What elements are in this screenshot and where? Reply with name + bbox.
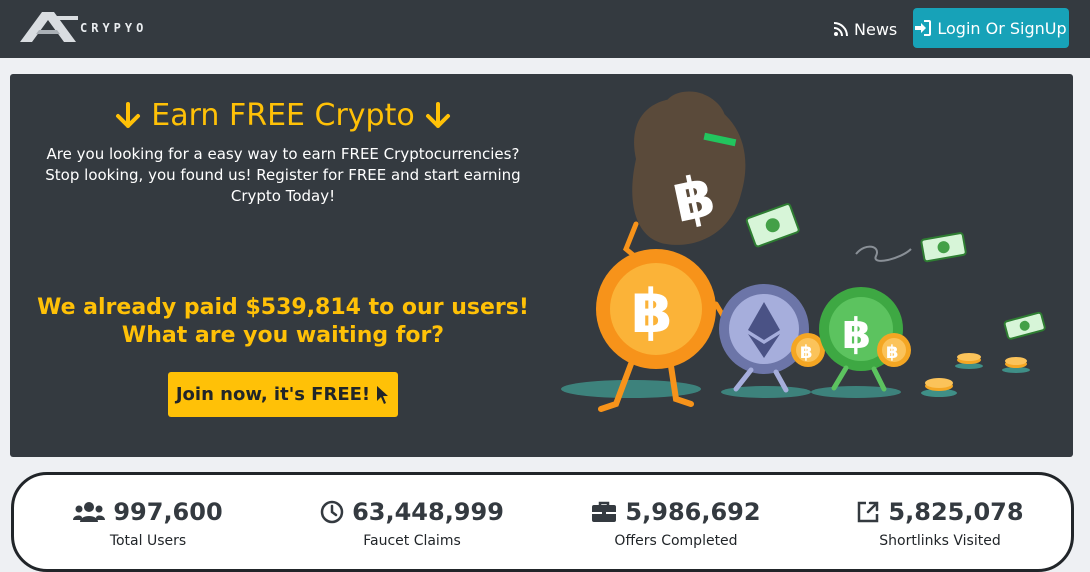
- cursor-pointer-icon: [377, 385, 389, 404]
- paid-amount-text: We already paid $539,814 to our users! W…: [10, 294, 556, 350]
- stat-value: 63,448,999: [352, 498, 504, 526]
- join-now-button[interactable]: Join now, it's FREE!: [168, 372, 398, 417]
- stat-value: 5,825,078: [888, 498, 1024, 526]
- stat-value: 5,986,692: [625, 498, 761, 526]
- site-logo[interactable]: CRYPYO: [20, 10, 170, 46]
- clock-icon: [320, 500, 344, 524]
- hero-description: Are you looking for a easy way to earn F…: [45, 145, 521, 205]
- navbar: CRYPYO News Login Or SignUp: [0, 0, 1090, 58]
- stat-total-users: 997,600 Total Users: [28, 495, 268, 549]
- news-label: News: [854, 19, 898, 39]
- svg-text:฿: ฿: [631, 277, 673, 347]
- paid-line-1: We already paid $539,814 to our users!: [37, 295, 529, 320]
- login-signup-label: Login Or SignUp: [937, 18, 1067, 38]
- svg-text:฿: ฿: [800, 342, 813, 363]
- arrow-down-icon: [116, 102, 141, 128]
- join-now-label: Join now, it's FREE!: [175, 384, 371, 405]
- stat-shortlinks-visited: 5,825,078 Shortlinks Visited: [820, 495, 1060, 549]
- stat-label: Shortlinks Visited: [879, 533, 1001, 549]
- stat-offers-completed: 5,986,692 Offers Completed: [556, 495, 796, 549]
- stat-label: Total Users: [109, 533, 187, 549]
- logo-text: CRYPYO: [80, 21, 148, 35]
- hero-title-text: Earn FREE Crypto: [151, 98, 415, 133]
- users-icon: [73, 502, 106, 522]
- rss-icon: [834, 22, 848, 36]
- hero-title: Earn FREE Crypto: [10, 96, 556, 136]
- svg-text:฿: ฿: [886, 342, 899, 363]
- logo-a-mark-icon: [20, 12, 78, 42]
- hero-text-panel: Earn FREE Crypto Are you looking for a e…: [10, 74, 556, 457]
- login-signup-button[interactable]: Login Or SignUp: [913, 8, 1069, 48]
- sign-in-icon: [915, 20, 932, 36]
- svg-text:฿: ฿: [842, 309, 871, 358]
- external-link-icon: [858, 501, 879, 523]
- paid-line-2: What are you waiting for?: [121, 323, 445, 348]
- stat-faucet-claims: 63,448,999 Faucet Claims: [292, 495, 532, 549]
- stat-value: 997,600: [113, 498, 223, 526]
- stat-label: Offers Completed: [614, 533, 738, 549]
- stats-panel: 997,600 Total Users 63,448,999 Faucet Cl…: [11, 472, 1074, 572]
- crypto-coins-illustration: ฿ ฿ ฿ ฿ ฿: [561, 91, 1046, 412]
- arrow-down-icon: [425, 102, 450, 128]
- hero-banner: Earn FREE Crypto Are you looking for a e…: [10, 74, 1073, 457]
- stat-label: Faucet Claims: [363, 533, 461, 549]
- briefcase-icon: [592, 501, 617, 522]
- news-link[interactable]: News: [834, 17, 897, 41]
